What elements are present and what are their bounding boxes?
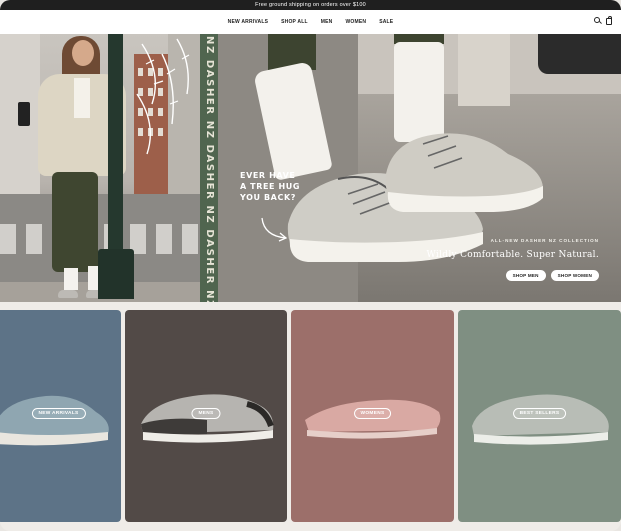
hero-product-photo: EVER HAVE A TREE HUG YOU BACK? ALL-NEW D… (218, 34, 621, 302)
nav-links: NEW ARRIVALS SHOP ALL MEN WOMEN SALE (228, 19, 394, 25)
tile-label: WOMENS (353, 408, 392, 419)
model-legs (52, 172, 98, 272)
shop-women-button[interactable]: SHOP WOMEN (550, 270, 599, 281)
street-pole (108, 34, 123, 284)
tile-mens[interactable]: MENS (125, 310, 287, 522)
tile-label: BEST SELLERS (512, 408, 567, 419)
hero-eyebrow: ALL-NEW DASHER NZ COLLECTION (490, 238, 599, 243)
hero-banner: NZ DASHER NZ DASHER NZ DASHER NZ DASHER (0, 34, 621, 302)
nav-link-sale[interactable]: SALE (379, 19, 393, 25)
top-nav: NEW ARRIVALS SHOP ALL MEN WOMEN SALE (0, 10, 621, 34)
vertical-brand-strip: NZ DASHER NZ DASHER NZ DASHER NZ DASHER (200, 34, 218, 302)
bag-icon[interactable] (606, 16, 612, 25)
tile-new-arrivals[interactable]: NEW ARRIVALS (0, 310, 121, 522)
traffic-light (18, 102, 30, 126)
nav-tools (594, 16, 612, 25)
stone-column (458, 34, 510, 106)
model-shirt (74, 78, 90, 118)
search-icon[interactable] (594, 17, 600, 23)
parked-car (538, 34, 621, 74)
tile-womens[interactable]: WOMENS (291, 310, 454, 522)
promo-text: Free ground shipping on orders over $100 (255, 2, 366, 8)
hero-tagline-line: EVER HAVE (240, 171, 296, 180)
promo-bar: Free ground shipping on orders over $100 (0, 0, 621, 10)
tile-label: MENS (191, 408, 221, 419)
hero-lifestyle-photo (0, 34, 200, 302)
hero-sneaker-right (385, 133, 543, 212)
model-shoe (58, 290, 78, 298)
page-frame: Free ground shipping on orders over $100… (0, 0, 621, 531)
model-sock (64, 268, 78, 290)
nav-link-men[interactable]: MEN (321, 19, 333, 25)
tile-label: NEW ARRIVALS (31, 408, 86, 419)
street-pole-base (98, 249, 134, 299)
leaf-doodle-icon (136, 38, 190, 155)
model-face (72, 40, 94, 66)
hero-tagline: EVER HAVE A TREE HUG YOU BACK? (240, 170, 300, 203)
arrow-doodle-icon (261, 217, 288, 242)
hero-buttons: SHOP MEN SHOP WOMEN (505, 270, 599, 281)
nav-link-women[interactable]: WOMEN (345, 19, 366, 25)
vertical-brand-text: NZ DASHER NZ DASHER NZ DASHER NZ DASHER (204, 36, 215, 302)
category-tiles: NEW ARRIVALS MENS WOMENS BEST SELLERS (0, 310, 621, 522)
hero-tagline-line: YOU BACK? (240, 193, 296, 202)
shop-men-button[interactable]: SHOP MEN (505, 270, 546, 281)
tile-best-sellers[interactable]: BEST SELLERS (458, 310, 621, 522)
hero-headline: Wildly Comfortable. Super Natural. (426, 250, 599, 260)
hero-tagline-line: A TREE HUG (240, 182, 301, 191)
nav-link-shop-all[interactable]: SHOP ALL (281, 19, 308, 25)
nav-link-new-arrivals[interactable]: NEW ARRIVALS (228, 19, 268, 25)
